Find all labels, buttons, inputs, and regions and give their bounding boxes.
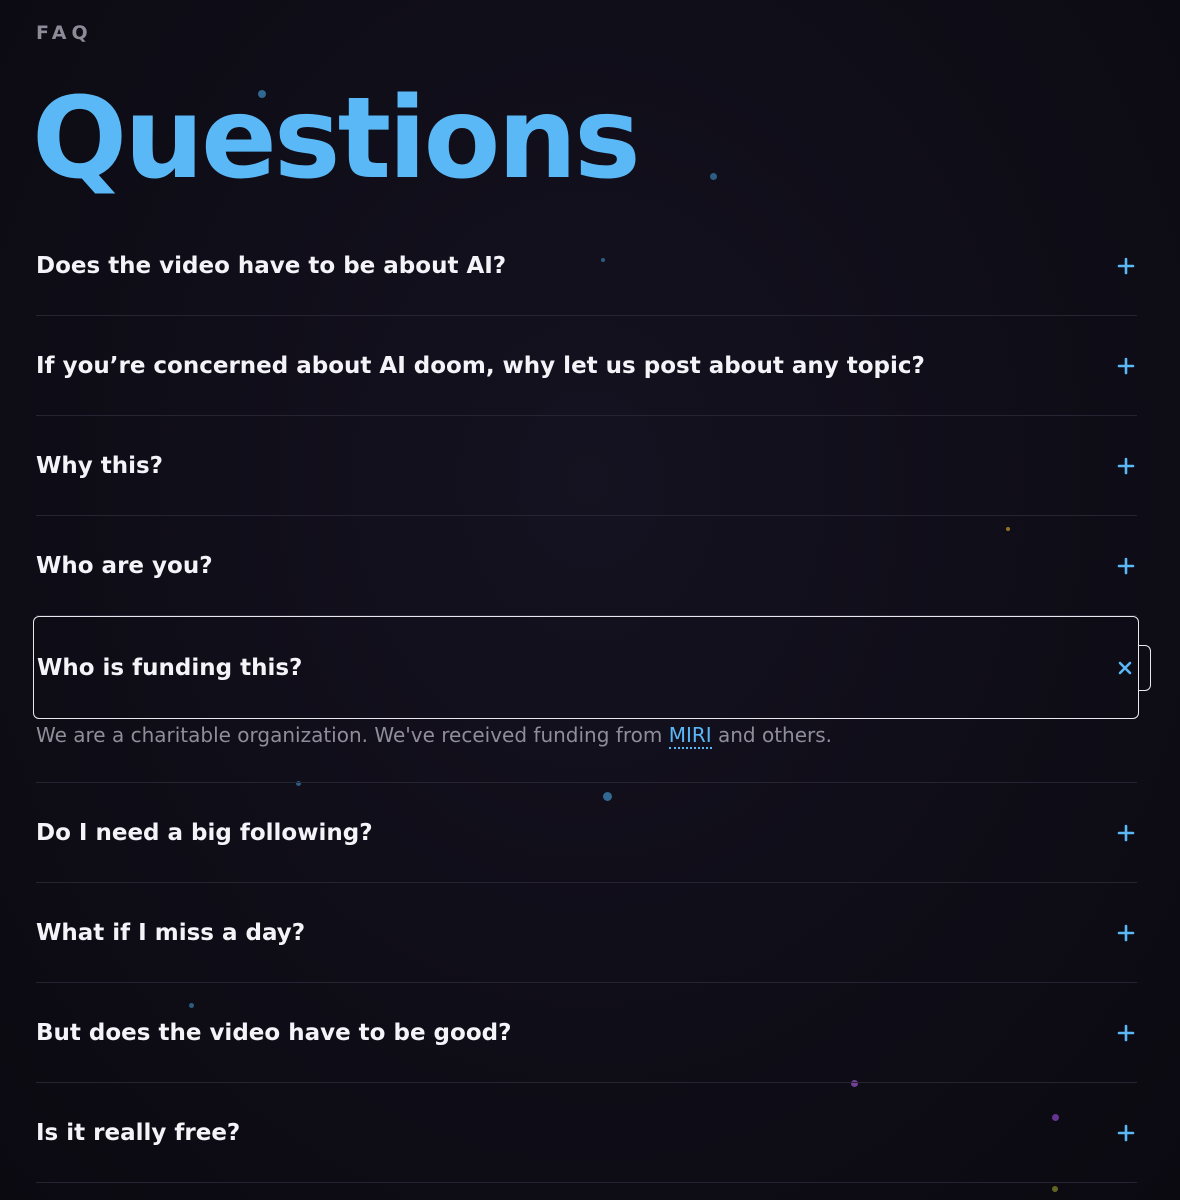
faq-question-button[interactable]: Is it really free? — [36, 1083, 1137, 1182]
faq-list: Does the video have to be about AI? If yo… — [33, 216, 1151, 1183]
faq-question-button[interactable]: Does the video have to be about AI? — [36, 216, 1137, 315]
faq-item: Who are you? — [36, 516, 1137, 616]
miri-link[interactable]: MIRI — [668, 723, 712, 749]
faq-question-text: If you’re concerned about AI doom, why l… — [36, 352, 925, 379]
faq-answer: We are a charitable organization. We've … — [36, 719, 1137, 782]
plus-icon[interactable] — [1116, 823, 1136, 843]
faq-question-button[interactable]: Why this? — [36, 416, 1137, 515]
particle — [1052, 1186, 1058, 1192]
faq-question-text: Do I need a big following? — [36, 819, 373, 846]
faq-question-text: Is it really free? — [36, 1119, 241, 1146]
plus-icon[interactable] — [1116, 1023, 1136, 1043]
faq-item: If you’re concerned about AI doom, why l… — [36, 316, 1137, 416]
faq-question-text: Who is funding this? — [37, 654, 303, 681]
faq-question-text: Why this? — [36, 452, 164, 479]
faq-item: What if I miss a day? — [36, 883, 1137, 983]
plus-icon[interactable] — [1116, 356, 1136, 376]
faq-question-button[interactable]: Who are you? — [36, 516, 1137, 615]
faq-item: Who is funding this? We are a charitable … — [33, 616, 1151, 783]
faq-question-text: What if I miss a day? — [36, 919, 306, 946]
faq-question-text: Who are you? — [36, 552, 213, 579]
plus-icon[interactable] — [1116, 1123, 1136, 1143]
faq-question-button[interactable]: Do I need a big following? — [36, 783, 1137, 882]
section-eyebrow: FAQ — [36, 22, 93, 44]
faq-question-button[interactable]: Who is funding this? — [33, 616, 1151, 719]
faq-answer-text-end: and others. — [711, 723, 833, 747]
faq-answer-text: We are a charitable organization. We've … — [36, 723, 669, 747]
plus-icon[interactable] — [1116, 923, 1136, 943]
plus-icon[interactable] — [1116, 456, 1136, 476]
faq-item: But does the video have to be good? — [36, 983, 1137, 1083]
particle — [710, 173, 717, 180]
faq-item: Is it really free? — [36, 1083, 1137, 1183]
faq-item: Why this? — [36, 416, 1137, 516]
faq-question-text: But does the video have to be good? — [36, 1019, 512, 1046]
plus-icon[interactable] — [1116, 556, 1136, 576]
faq-item: Do I need a big following? — [36, 783, 1137, 883]
close-icon[interactable] — [1115, 658, 1135, 678]
faq-question-button[interactable]: If you’re concerned about AI doom, why l… — [36, 316, 1137, 415]
faq-item: Does the video have to be about AI? — [36, 216, 1137, 316]
faq-question-button[interactable]: But does the video have to be good? — [36, 983, 1137, 1082]
faq-question-button[interactable]: What if I miss a day? — [36, 883, 1137, 982]
page-title: Questions — [32, 74, 641, 204]
plus-icon[interactable] — [1116, 256, 1136, 276]
faq-question-text: Does the video have to be about AI? — [36, 252, 507, 279]
